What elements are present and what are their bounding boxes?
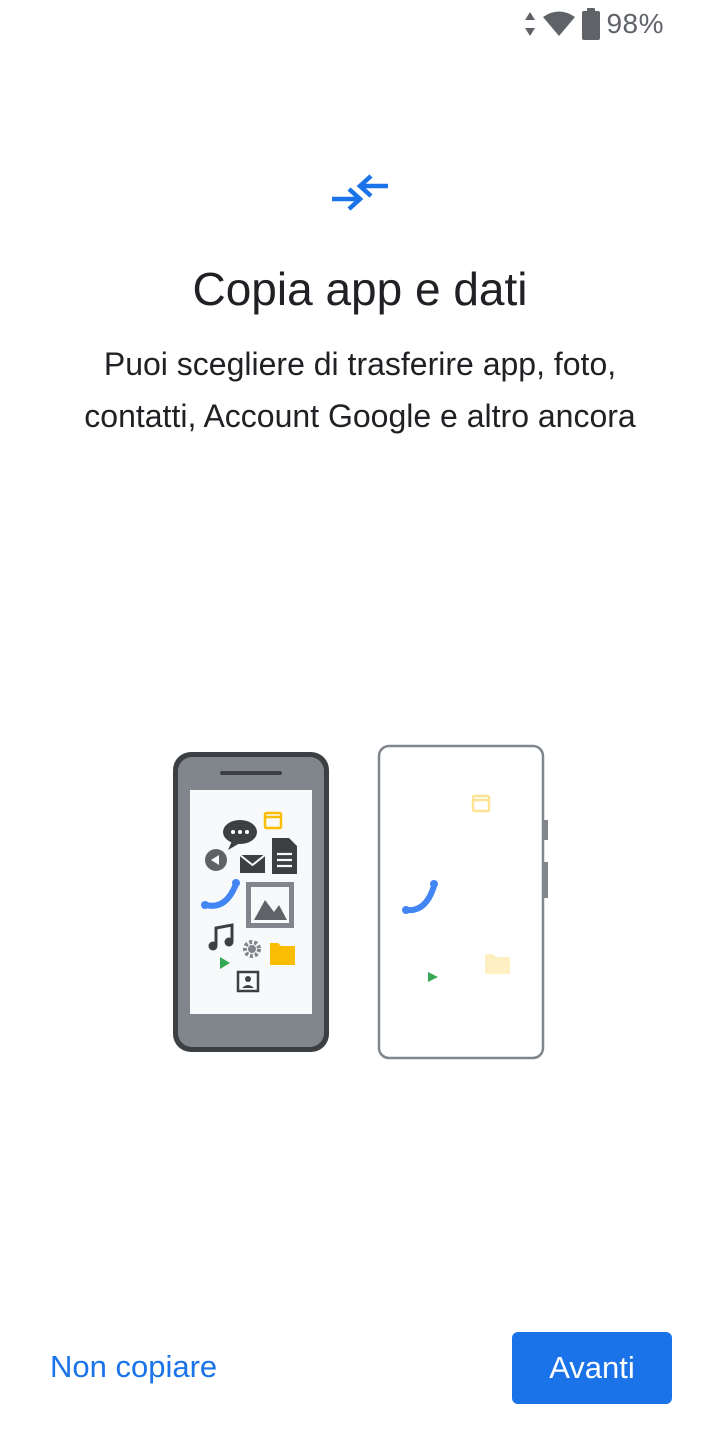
page-title: Copia app e dati [192, 263, 528, 315]
page-subtitle: Puoi scegliere di trasferire app, foto, … [84, 346, 636, 434]
mail-icon [239, 854, 266, 873]
wifi-icon [543, 11, 576, 36]
footer-bar: Non copiare Avanti [0, 1330, 720, 1404]
back-icon [205, 849, 227, 871]
status-bar: 98% [0, 0, 720, 48]
status-icons: 98% [524, 6, 664, 42]
document-icon [272, 838, 297, 874]
next-button[interactable]: Avanti [512, 1332, 672, 1404]
source-phone [173, 752, 329, 1052]
swap-arrows-icon [332, 174, 388, 211]
folder-icon [270, 943, 295, 965]
battery-percent: 98% [606, 8, 664, 39]
target-phone [377, 744, 548, 1060]
image-icon [246, 882, 294, 928]
folder-icon [485, 954, 510, 974]
data-transfer-icon [525, 12, 536, 36]
battery-icon [582, 8, 601, 40]
phones-illustration [173, 744, 548, 1060]
dont-copy-button[interactable]: Non copiare [36, 1330, 231, 1404]
